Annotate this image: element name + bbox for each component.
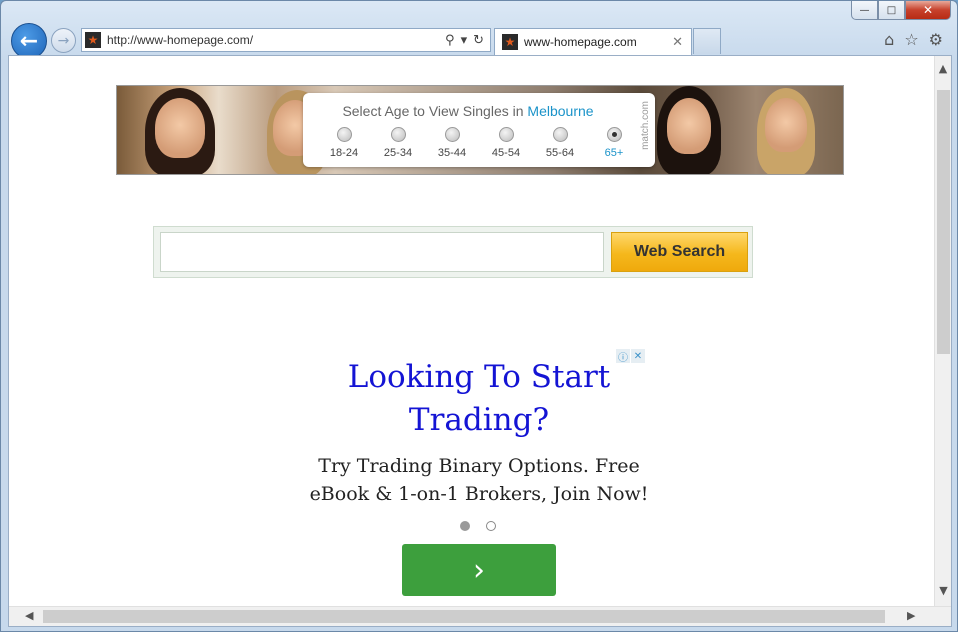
scroll-down-icon[interactable]: ▼ (935, 578, 951, 602)
close-window-button[interactable]: ✕ (905, 1, 951, 20)
age-option[interactable]: 18-24 (317, 127, 371, 159)
match-banner-ad[interactable]: Select Age to View Singles in Melbourne … (116, 85, 844, 175)
radio-checked-icon[interactable] (606, 127, 622, 142)
address-bar[interactable]: ★ http://www-homepage.com/ ⚲ ▾ ↻ (81, 28, 491, 52)
tab-title: www-homepage.com (524, 35, 637, 49)
radio-icon[interactable] (552, 127, 568, 142)
ad-body: Try Trading Binary Options. Free eBook &… (309, 455, 649, 505)
gear-icon[interactable]: ⚙ (929, 30, 943, 49)
match-logo: match.com (640, 101, 651, 150)
search-box: Web Search (153, 226, 753, 278)
refresh-icon[interactable]: ↻ (473, 33, 484, 48)
photo-face (667, 98, 711, 154)
arrow-right-icon: → (57, 32, 70, 49)
vertical-scroll-thumb[interactable] (937, 90, 950, 354)
photo-face (765, 98, 807, 152)
radio-icon[interactable] (390, 127, 406, 142)
chevron-right-icon: › (473, 552, 485, 588)
minimize-button[interactable]: — (851, 1, 878, 20)
vertical-scrollbar[interactable]: ▲ ▼ (934, 56, 951, 608)
age-option[interactable]: 25-34 (371, 127, 425, 159)
horizontal-scrollbar[interactable]: ◀ ▶ (9, 606, 951, 626)
page-viewport: Select Age to View Singles in Melbourne … (8, 55, 952, 627)
scroll-left-icon[interactable]: ◀ (25, 609, 33, 622)
search-input[interactable] (160, 232, 604, 272)
banner-city: Melbourne (527, 103, 594, 119)
forward-button[interactable]: → (51, 28, 76, 53)
scroll-right-icon[interactable]: ▶ (907, 609, 915, 622)
carousel-dots (460, 521, 496, 531)
age-option-selected[interactable]: 65+ (587, 127, 641, 159)
radio-icon[interactable] (336, 127, 352, 142)
age-option[interactable]: 45-54 (479, 127, 533, 159)
back-button[interactable]: ← (11, 23, 47, 59)
photo-face (155, 98, 205, 158)
ad-cta-button[interactable]: › (402, 544, 556, 596)
radio-icon[interactable] (444, 127, 460, 142)
horizontal-scroll-thumb[interactable] (43, 610, 885, 623)
search-icon[interactable]: ⚲ (445, 33, 455, 48)
age-label: 45-54 (491, 147, 521, 159)
new-tab-button[interactable] (693, 28, 721, 54)
carousel-dot-active[interactable] (460, 521, 470, 531)
age-option[interactable]: 35-44 (425, 127, 479, 159)
radio-icon[interactable] (498, 127, 514, 142)
age-label: 18-24 (329, 147, 359, 159)
age-option[interactable]: 55-64 (533, 127, 587, 159)
web-search-button[interactable]: Web Search (611, 232, 748, 272)
tab-close-icon[interactable]: ✕ (672, 35, 691, 50)
arrow-left-icon: ← (19, 28, 39, 54)
maximize-button[interactable]: □ (878, 1, 905, 20)
age-label: 55-64 (545, 147, 575, 159)
ad-headline-link[interactable]: Looking To Start Trading? (309, 356, 649, 442)
age-label: 25-34 (383, 147, 413, 159)
age-label: 35-44 (437, 147, 467, 159)
carousel-dot[interactable] (486, 521, 496, 531)
age-selector-box: Select Age to View Singles in Melbourne … (303, 93, 655, 167)
favorites-icon[interactable]: ☆ (904, 30, 918, 49)
dropdown-icon[interactable]: ▾ (461, 33, 468, 48)
window-controls: — □ ✕ (851, 1, 951, 21)
age-options: 18-24 25-34 35-44 45-54 55-64 65+ (317, 127, 641, 159)
banner-title: Select Age to View Singles in Melbourne (303, 103, 633, 119)
tab-favicon-icon: ★ (502, 34, 518, 50)
age-label: 65+ (604, 147, 624, 159)
site-favicon-icon: ★ (85, 32, 101, 48)
banner-title-text: Select Age to View Singles in (342, 103, 528, 119)
address-text[interactable]: http://www-homepage.com/ (107, 33, 445, 47)
browser-window: — □ ✕ ← → ★ http://www-homepage.com/ ⚲ ▾… (0, 0, 958, 632)
tab-active[interactable]: ★ www-homepage.com ✕ (494, 28, 692, 55)
scroll-up-icon[interactable]: ▲ (935, 56, 951, 80)
home-icon[interactable]: ⌂ (884, 30, 894, 49)
